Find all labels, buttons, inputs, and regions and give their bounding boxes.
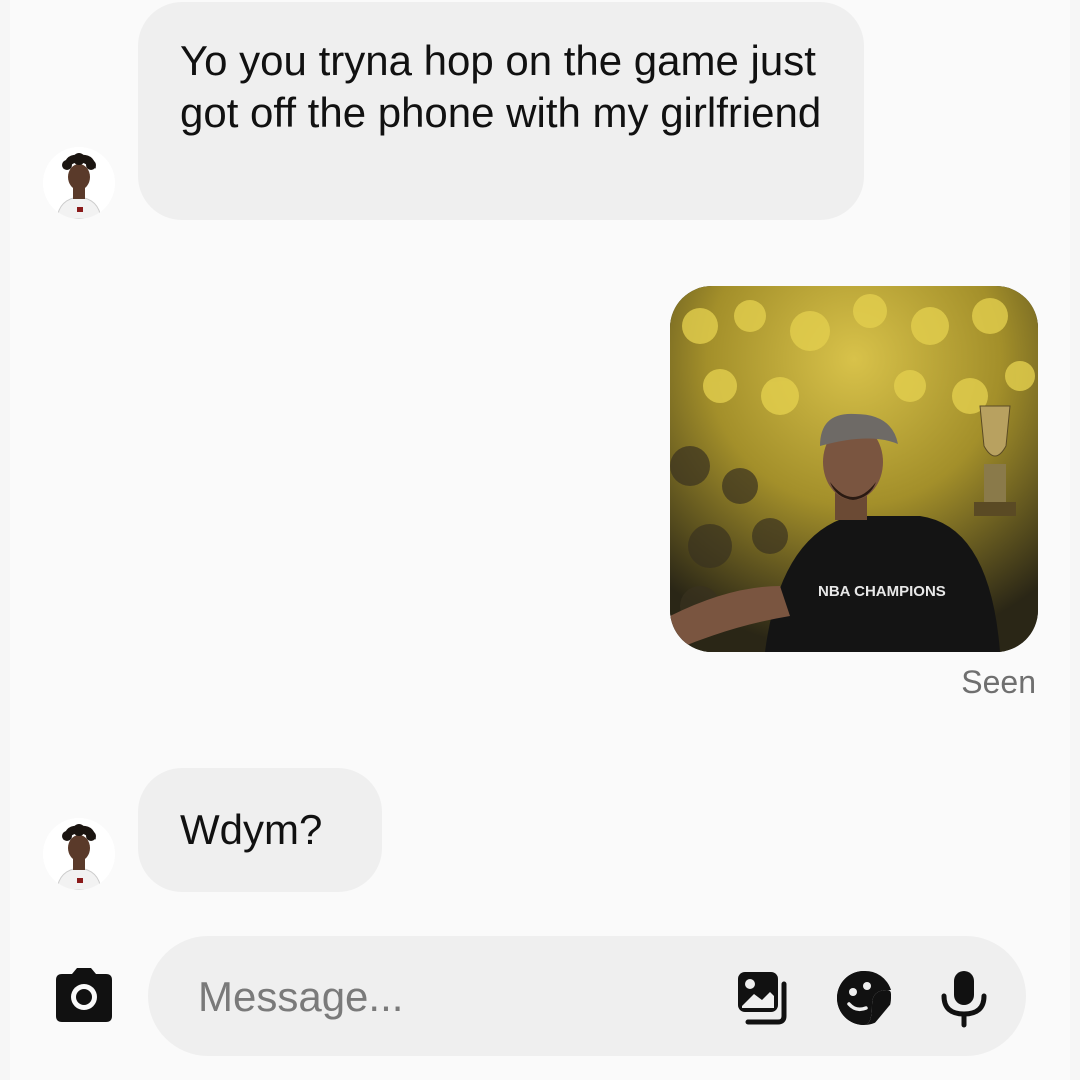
sent-photo[interactable]: NBA CHAMPIONS xyxy=(670,286,1038,652)
shirt-text: NBA CHAMPIONS xyxy=(818,583,946,600)
message-input[interactable] xyxy=(196,966,700,1028)
incoming-message[interactable]: Yo you tryna hop on the game just got of… xyxy=(138,2,864,220)
microphone-icon[interactable] xyxy=(934,968,994,1028)
message-text: Yo you tryna hop on the game just got of… xyxy=(180,37,822,136)
message-text: Wdym? xyxy=(180,806,323,853)
contact-avatar[interactable] xyxy=(43,818,115,890)
sticker-icon[interactable] xyxy=(834,968,894,1028)
incoming-message[interactable]: Wdym? xyxy=(138,768,382,892)
gallery-icon[interactable] xyxy=(734,968,794,1028)
contact-avatar[interactable] xyxy=(43,147,115,219)
message-composer xyxy=(148,936,1026,1056)
camera-icon[interactable] xyxy=(52,966,116,1024)
seen-status: Seen xyxy=(961,664,1036,700)
